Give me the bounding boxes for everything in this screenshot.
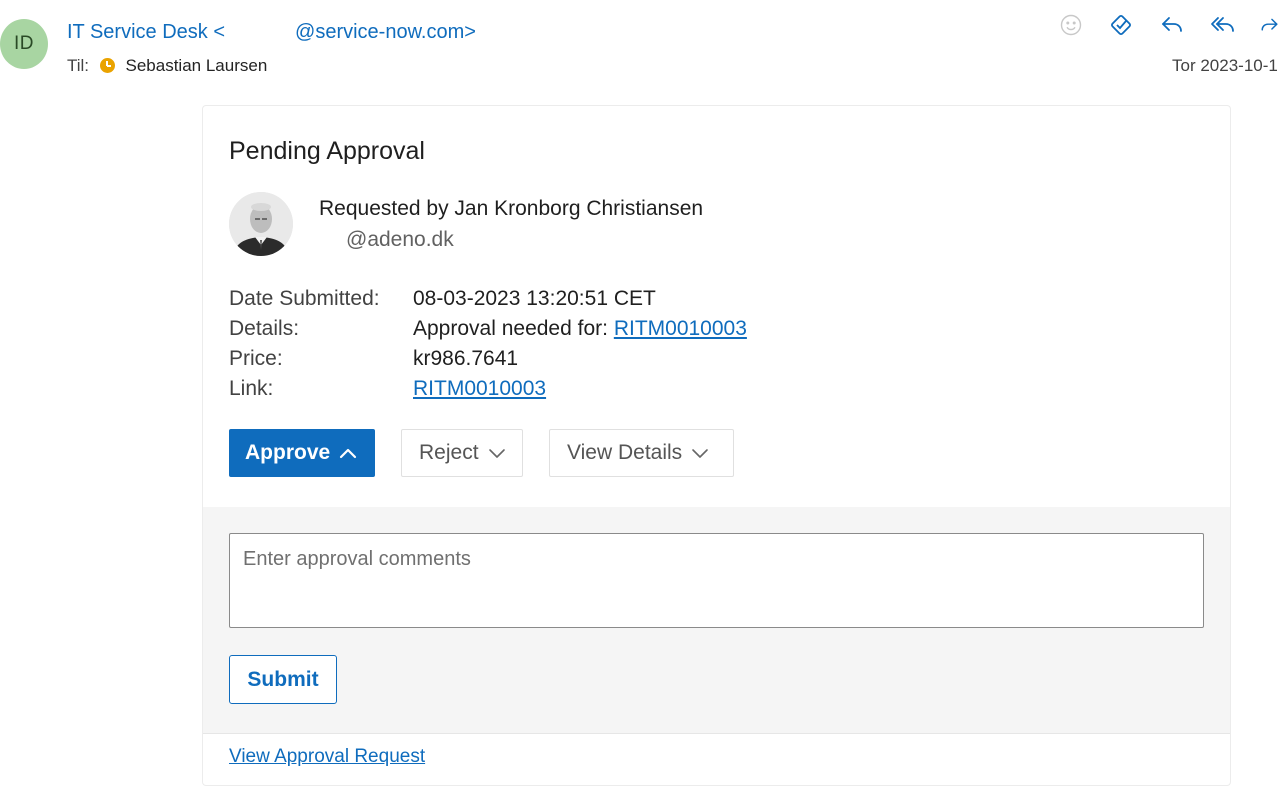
requester-email: @adeno.dk: [346, 228, 454, 251]
sender-domain[interactable]: @service-now.com>: [295, 21, 476, 43]
link-label: Link:: [229, 377, 274, 400]
approval-comments-input[interactable]: [229, 533, 1204, 628]
submit-button[interactable]: Submit: [229, 655, 337, 704]
reply-all-icon[interactable]: [1208, 10, 1238, 40]
approve-button[interactable]: Approve: [229, 429, 375, 477]
forward-icon[interactable]: [1259, 10, 1280, 40]
sender-initials: ID: [14, 33, 34, 54]
requested-by: Requested by Jan Kronborg Christiansen: [319, 197, 704, 220]
chevron-up-icon: [339, 447, 357, 459]
reject-label: Reject: [419, 441, 479, 464]
tag-icon[interactable]: [1106, 10, 1136, 40]
ritm-link[interactable]: RITM0010003: [413, 377, 546, 400]
price-value: kr986.7641: [413, 347, 519, 370]
divider: [203, 733, 1230, 734]
view-details-button[interactable]: View Details: [549, 429, 734, 477]
card-title: Pending Approval: [229, 137, 425, 165]
recipient-name[interactable]: Sebastian Laursen: [126, 56, 268, 75]
approve-panel: Submit: [203, 507, 1230, 733]
sender-address[interactable]: IT Service Desk < @service-now.com>: [67, 21, 476, 44]
emoji-icon[interactable]: [1056, 10, 1086, 40]
details-value: Approval needed for: RITM0010003: [413, 317, 747, 341]
approval-card: Pending Approval Requested by Jan Kronbo…: [202, 105, 1231, 786]
price-label: Price:: [229, 347, 283, 370]
details-text: Approval needed for:: [413, 317, 614, 340]
sender-name[interactable]: IT Service Desk <: [67, 21, 225, 43]
message-toolbar: [1056, 10, 1280, 40]
email-date: Tor 2023-10-1: [1172, 56, 1278, 75]
reply-icon[interactable]: [1157, 10, 1187, 40]
details-ritm-link[interactable]: RITM0010003: [614, 317, 747, 340]
chevron-down-icon: [691, 447, 709, 459]
approve-label: Approve: [245, 441, 331, 464]
sender-avatar[interactable]: ID: [0, 19, 48, 69]
reject-button[interactable]: Reject: [401, 429, 523, 477]
email-header: ID IT Service Desk < @service-now.com> Ti…: [0, 0, 1280, 100]
link-value: RITM0010003: [413, 377, 546, 401]
date-value: 08-03-2023 13:20:51 CET: [413, 287, 656, 310]
chevron-down-icon: [488, 447, 506, 459]
view-details-label: View Details: [567, 441, 683, 464]
away-status-icon: [99, 58, 115, 73]
date-label: Date Submitted:: [229, 287, 380, 310]
recipient-line: Til: Sebastian Laursen: [67, 56, 267, 76]
to-label: Til:: [67, 56, 90, 75]
details-label: Details:: [229, 317, 300, 340]
view-approval-request-link[interactable]: View Approval Request: [229, 746, 425, 768]
requester-photo: [229, 192, 293, 256]
